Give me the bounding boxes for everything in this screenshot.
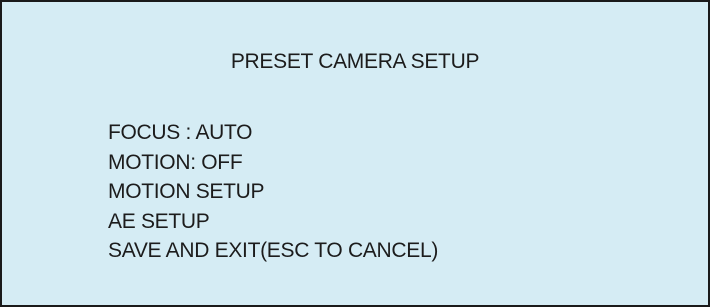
menu-item-save-and-exit[interactable]: SAVE AND EXIT(ESC TO CANCEL): [108, 236, 438, 266]
menu-item-focus[interactable]: FOCUS : AUTO: [108, 118, 438, 148]
osd-menu-panel: PRESET CAMERA SETUP FOCUS : AUTO MOTION:…: [0, 0, 710, 307]
menu-list: FOCUS : AUTO MOTION: OFF MOTION SETUP AE…: [108, 118, 438, 266]
menu-item-motion-setup[interactable]: MOTION SETUP: [108, 177, 438, 207]
menu-item-ae-setup[interactable]: AE SETUP: [108, 207, 438, 237]
menu-title: PRESET CAMERA SETUP: [230, 50, 480, 73]
menu-item-motion[interactable]: MOTION: OFF: [108, 148, 438, 178]
